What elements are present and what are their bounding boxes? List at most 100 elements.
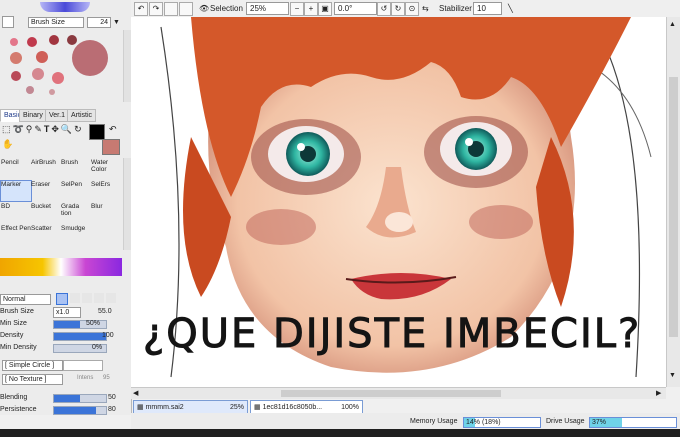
blend-mode-select[interactable]: Normal (0, 294, 51, 305)
swap-colors-icon[interactable]: ↶ (109, 124, 117, 135)
brush-size-multiplier[interactable]: x1.0 (53, 307, 81, 318)
brush-preset-dot[interactable] (10, 52, 22, 64)
scroll-right-icon[interactable]: ▶ (656, 389, 661, 397)
zoom-reset-icon[interactable]: ▣ (318, 2, 332, 16)
brush-size-select[interactable]: Brush Size (28, 16, 84, 28)
secondary-color-swatch[interactable] (102, 139, 120, 155)
hand-icon[interactable]: ✋ (2, 139, 13, 152)
brush-shape-select[interactable]: [ Simple Circle ] (2, 360, 63, 371)
texture-intensity-label: Intens (77, 375, 94, 381)
brush-shape-square-icon[interactable] (94, 293, 104, 303)
persistence-slider[interactable] (53, 406, 107, 415)
brush-shape-flat-icon[interactable] (70, 293, 80, 303)
chevron-down-icon[interactable]: ▼ (113, 19, 120, 26)
eye-icon[interactable]: 👁 (199, 3, 209, 14)
tool-button[interactable]: Marker (0, 180, 32, 202)
tool-button[interactable]: Brush (60, 158, 92, 180)
brush-preset-dot[interactable] (49, 35, 59, 45)
tool-button[interactable]: BD (0, 202, 32, 224)
tool-button[interactable]: Bucket (30, 202, 62, 224)
invert-selection-icon[interactable] (179, 2, 193, 16)
brush-preset-dot[interactable] (27, 37, 37, 47)
tool-button[interactable]: Eraser (30, 180, 62, 202)
zoom-out-icon[interactable]: − (290, 2, 304, 16)
brush-preset-dot[interactable] (72, 40, 108, 76)
blending-label: Blending (0, 394, 28, 401)
color-gradient-bar[interactable] (0, 258, 122, 276)
brush-preset-dot[interactable] (10, 38, 18, 46)
scroll-up-icon[interactable]: ▲ (669, 21, 676, 28)
brush-preset-dot[interactable] (67, 35, 77, 45)
tool-button[interactable]: AirBrush (30, 158, 62, 180)
tab-artistic[interactable]: Artistic (67, 109, 96, 122)
tool-button[interactable]: Blur (90, 202, 122, 224)
canvas-caption: ¿QUE DIJISTE IMBECIL? (143, 311, 641, 357)
brush-preset-dot[interactable] (11, 71, 21, 81)
tool-button[interactable]: Scatter (30, 224, 62, 246)
color-wheel[interactable] (40, 2, 90, 12)
drawing-canvas[interactable]: ¿QUE DIJISTE IMBECIL? (131, 17, 666, 387)
move-icon[interactable]: ✥ (51, 124, 59, 137)
zoom-select[interactable]: 25% (246, 2, 289, 15)
brush-shape-triangle-icon[interactable] (56, 293, 68, 305)
line-tool-icon[interactable]: ╲ (508, 3, 513, 14)
nose-highlight (385, 212, 413, 232)
scroll-left-icon[interactable]: ◀ (133, 389, 138, 397)
vertical-scroll-thumb[interactable] (669, 77, 678, 337)
brush-preset-dot[interactable] (49, 89, 55, 95)
density-slider[interactable] (53, 332, 107, 341)
redo-icon[interactable]: ↷ (149, 2, 163, 16)
stabilizer-select[interactable]: 10 (473, 2, 502, 15)
blending-fill (54, 395, 80, 402)
rotate-icon[interactable]: ↻ (74, 124, 82, 137)
primary-color-swatch[interactable] (89, 124, 105, 140)
tool-button[interactable]: Effect Pen (0, 224, 32, 246)
tool-button[interactable]: SelErs (90, 180, 122, 202)
tool-scrollbar[interactable] (123, 158, 131, 250)
flip-icon[interactable]: ⇆ (422, 3, 429, 14)
texture-select[interactable]: [ No Texture ] (2, 374, 63, 385)
brush-shape-block-icon[interactable] (106, 293, 116, 303)
tab-ver1[interactable]: Ver.1 (45, 109, 69, 122)
rotate-left-icon[interactable]: ↺ (377, 2, 391, 16)
horizontal-scroll-thumb[interactable] (281, 390, 501, 397)
rotation-select[interactable]: 0.0° (334, 2, 377, 15)
tool-button[interactable]: Water Color (90, 158, 122, 180)
brush-shape-round-icon[interactable] (82, 293, 92, 303)
artwork: ¿QUE DIJISTE IMBECIL? (143, 17, 652, 378)
memory-usage-label: Memory Usage (410, 418, 458, 425)
lasso-icon[interactable]: ➰ (13, 124, 24, 137)
persistence-label: Persistence (0, 406, 37, 413)
brush-preset-dot[interactable] (36, 51, 48, 63)
magic-wand-icon[interactable]: ⚲ (26, 124, 33, 137)
selection-label[interactable]: Selection (210, 3, 243, 14)
brush-preset-dot[interactable] (26, 86, 34, 94)
tool-label: BD (1, 203, 11, 210)
min-size-fill (54, 321, 80, 328)
checkbox-icon[interactable] (2, 16, 14, 28)
tool-button[interactable]: Smudge (60, 224, 92, 246)
deselect-icon[interactable] (164, 2, 178, 16)
palette-scrollbar[interactable] (123, 30, 131, 102)
brush-preset-dot[interactable] (52, 72, 64, 84)
tool-button[interactable]: Grada tion (60, 202, 92, 224)
undo-icon[interactable]: ↶ (134, 2, 148, 16)
canvas-vertical-scrollbar[interactable]: ▲ ▼ (666, 17, 680, 387)
zoom-in-icon[interactable]: + (304, 2, 318, 16)
shape-strength-field[interactable] (63, 360, 103, 371)
text-icon[interactable]: T (44, 124, 50, 137)
rotate-reset-icon[interactable]: ⊙ (405, 2, 419, 16)
canvas-horizontal-scrollbar[interactable]: ◀ ▶ (131, 387, 666, 399)
tool-button[interactable]: SelPen (60, 180, 92, 202)
brush-preset-dot[interactable] (32, 68, 44, 80)
blending-slider[interactable] (53, 394, 107, 403)
brush-preset-palette[interactable] (2, 30, 122, 100)
marquee-icon[interactable]: ⬚ (2, 124, 11, 137)
zoom-icon[interactable]: 🔍 (61, 124, 72, 137)
rotate-right-icon[interactable]: ↻ (391, 2, 405, 16)
brush-size-value[interactable]: 24 (87, 16, 111, 28)
eyedropper-icon[interactable]: ✎ (34, 124, 42, 137)
tab-binary[interactable]: Binary (19, 109, 47, 122)
scroll-down-icon[interactable]: ▼ (669, 372, 676, 379)
tool-button[interactable]: Pencil (0, 158, 32, 180)
